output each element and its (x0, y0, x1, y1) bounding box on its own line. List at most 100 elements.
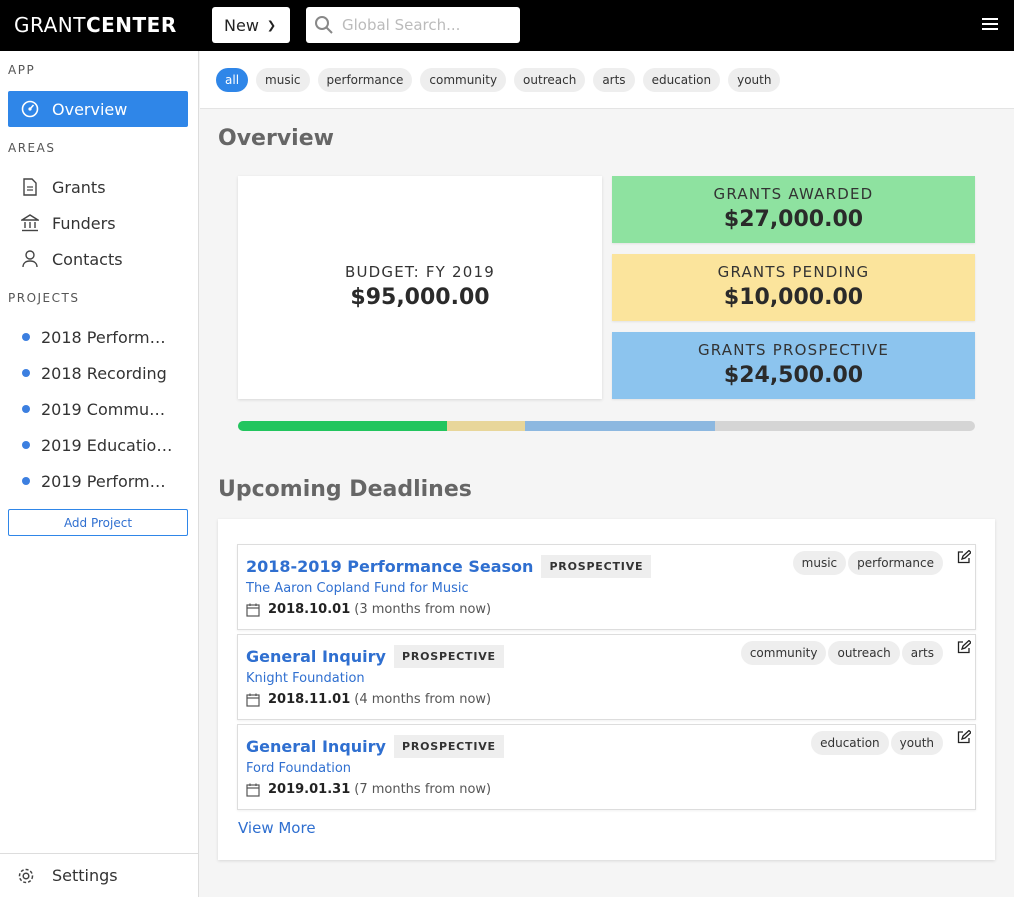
sidebar-item-overview[interactable]: Overview (8, 91, 188, 127)
calendar-icon (246, 693, 260, 707)
project-dot-icon (22, 477, 30, 485)
tag-chip[interactable]: youth (890, 731, 943, 755)
filter-chip-all[interactable]: all (216, 67, 249, 92)
grants-pending-value: $10,000.00 (723, 285, 864, 310)
status-badge: PROSPECTIVE (393, 735, 504, 758)
sidebar-item-settings[interactable]: Settings (0, 853, 198, 897)
sidebar-item-label: Contacts (52, 249, 123, 269)
filter-chip[interactable]: youth (728, 67, 781, 92)
sidebar: APP Overview AREAS Grants Funders Contac… (0, 51, 199, 897)
filter-chip[interactable]: arts (593, 67, 635, 92)
tag-chip[interactable]: outreach (828, 641, 900, 665)
progress-segment-pending (447, 421, 526, 431)
tag-chip[interactable]: performance (848, 551, 943, 575)
filter-chip[interactable]: performance (317, 67, 413, 92)
deadline-tags: community outreach arts (740, 641, 945, 665)
deadline-relative: (3 months from now) (354, 602, 492, 617)
status-badge: PROSPECTIVE (393, 645, 504, 668)
tag-chip[interactable]: arts (901, 641, 943, 665)
grants-pending-label: GRANTS PENDING (717, 263, 870, 281)
progress-segment-prospective (525, 421, 716, 431)
grants-prospective-label: GRANTS PROSPECTIVE (697, 341, 890, 359)
calendar-icon (246, 783, 260, 797)
sidebar-item-project[interactable]: 2018 Performance Season (8, 319, 188, 355)
areas-section-label: AREAS (8, 141, 56, 155)
budget-progress-bar (238, 421, 975, 431)
new-dropdown-button[interactable]: New ❯ (212, 7, 290, 43)
funder-link[interactable]: The Aaron Copland Fund for Music (246, 581, 469, 596)
global-search[interactable] (306, 7, 520, 43)
sidebar-item-project[interactable]: 2018 Recording (8, 355, 188, 391)
edit-icon[interactable] (957, 640, 971, 654)
tag-chip[interactable]: community (740, 641, 827, 665)
deadline-date-value: 2018.11.01 (268, 692, 351, 707)
search-icon (315, 16, 333, 34)
sidebar-item-project[interactable]: 2019 Education Program (8, 427, 188, 463)
search-input[interactable] (342, 16, 512, 34)
deadline-tags: music performance (792, 551, 945, 575)
grants-awarded-label: GRANTS AWARDED (713, 185, 874, 203)
new-label: New (224, 15, 259, 35)
grants-awarded-card[interactable]: GRANTS AWARDED $27,000.00 (612, 176, 975, 243)
filter-chip[interactable]: community (420, 67, 507, 92)
sidebar-item-funders[interactable]: Funders (8, 205, 188, 241)
grants-pending-card[interactable]: GRANTS PENDING $10,000.00 (612, 254, 975, 321)
filter-chip[interactable]: music (256, 67, 310, 92)
sidebar-item-project[interactable]: 2019 Community Outreach (8, 391, 188, 427)
status-badge: PROSPECTIVE (541, 555, 652, 578)
deadline-item: General Inquiry PROSPECTIVE Knight Founda… (237, 634, 976, 720)
sidebar-item-label: 2019 Education Program (41, 435, 175, 455)
deadline-date-value: 2019.01.31 (268, 782, 351, 797)
filter-chip[interactable]: education (642, 67, 721, 92)
edit-icon[interactable] (957, 550, 971, 564)
sidebar-item-label: 2019 Performance Season (41, 471, 175, 491)
calendar-icon (246, 603, 260, 617)
deadline-title-link[interactable]: 2018-2019 Performance Season (246, 557, 533, 576)
deadline-relative: (7 months from now) (354, 782, 492, 797)
sidebar-item-contacts[interactable]: Contacts (8, 241, 188, 277)
view-more-link[interactable]: View More (238, 819, 316, 837)
sidebar-item-label: 2018 Recording (41, 363, 167, 383)
budget-label: BUDGET: FY 2019 (345, 263, 495, 281)
tag-chip[interactable]: education (811, 731, 889, 755)
filter-chip[interactable]: outreach (514, 67, 586, 92)
top-bar: GRANTCENTER New ❯ (0, 0, 1014, 51)
sidebar-item-project[interactable]: 2019 Performance Season (8, 463, 188, 499)
tag-chip[interactable]: music (792, 551, 847, 575)
sidebar-item-label: 2018 Performance Season (41, 327, 175, 347)
sidebar-item-grants[interactable]: Grants (8, 169, 188, 205)
projects-section-label: PROJECTS (8, 291, 80, 305)
brand-bold-text: CENTER (85, 13, 177, 37)
hamburger-menu-icon[interactable] (982, 18, 998, 32)
deadline-item: 2018-2019 Performance Season PROSPECTIVE … (237, 544, 976, 630)
project-dot-icon (22, 333, 30, 341)
sidebar-item-label: 2019 Community Outreach (41, 399, 175, 419)
deadline-item: General Inquiry PROSPECTIVE Ford Foundati… (237, 724, 976, 810)
app-logo[interactable]: GRANTCENTER (14, 13, 177, 37)
sidebar-item-label: Overview (52, 99, 128, 119)
funder-link[interactable]: Knight Foundation (246, 671, 365, 686)
sidebar-item-label: Funders (52, 213, 116, 233)
budget-value: $95,000.00 (350, 285, 490, 310)
deadline-date: 2019.01.31 (7 months from now) (246, 782, 491, 797)
funder-link[interactable]: Ford Foundation (246, 761, 351, 776)
add-project-button[interactable]: Add Project (8, 509, 188, 536)
dashboard-icon (8, 100, 52, 118)
deadline-title-link[interactable]: General Inquiry (246, 737, 386, 756)
sidebar-item-label: Settings (52, 866, 118, 885)
deadline-date-value: 2018.10.01 (268, 602, 351, 617)
edit-icon[interactable] (957, 730, 971, 744)
grants-prospective-card[interactable]: GRANTS PROSPECTIVE $24,500.00 (612, 332, 975, 399)
overview-heading: Overview (218, 126, 334, 151)
project-dot-icon (22, 405, 30, 413)
deadline-title-link[interactable]: General Inquiry (246, 647, 386, 666)
bank-icon (8, 214, 52, 232)
document-icon (8, 178, 52, 196)
brand-light-text: GRANT (14, 13, 86, 37)
deadline-relative: (4 months from now) (354, 692, 492, 707)
project-dot-icon (22, 369, 30, 377)
progress-segment-awarded (238, 421, 448, 431)
deadline-tags: education youth (811, 731, 945, 755)
sidebar-item-label: Grants (52, 177, 106, 197)
gear-icon (0, 867, 52, 885)
